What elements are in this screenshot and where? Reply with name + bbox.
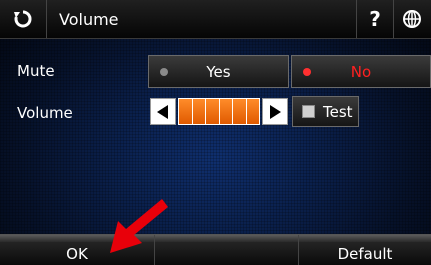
- back-button[interactable]: [0, 0, 47, 38]
- page-title: Volume: [59, 9, 119, 29]
- test-checkbox[interactable]: [302, 105, 315, 118]
- arrow-left-icon: [157, 104, 168, 119]
- volume-segment: [246, 99, 259, 124]
- volume-segment: [206, 99, 220, 124]
- test-button[interactable]: Test: [292, 96, 359, 127]
- volume-segment: [233, 99, 247, 124]
- mute-yes-option[interactable]: Yes: [148, 55, 289, 88]
- bottom-bar: OK Default: [0, 234, 431, 265]
- mute-yes-label: Yes: [206, 62, 231, 81]
- test-label: Test: [323, 102, 353, 121]
- volume-segment: [219, 99, 233, 124]
- radio-selected-icon: [303, 67, 311, 76]
- language-button[interactable]: [393, 0, 431, 38]
- mute-label: Mute: [17, 62, 55, 80]
- arrow-right-icon: [270, 104, 281, 119]
- back-icon: [14, 10, 32, 28]
- mute-no-option[interactable]: No: [291, 55, 431, 88]
- radio-unselected-icon: [160, 67, 168, 76]
- bottom-empty-slot: [155, 235, 299, 265]
- mute-no-label: No: [350, 62, 372, 81]
- volume-increase-button[interactable]: [262, 98, 288, 125]
- help-button[interactable]: ?: [356, 0, 394, 38]
- globe-icon: [403, 10, 421, 28]
- default-label: Default: [337, 244, 393, 263]
- volume-decrease-button[interactable]: [150, 98, 176, 125]
- screen-background: Volume ? Mute Yes No Volume Test OK Defa…: [0, 0, 431, 265]
- ok-label: OK: [66, 244, 88, 263]
- help-icon: ?: [369, 7, 381, 31]
- volume-level-bar[interactable]: [178, 98, 260, 125]
- title-bar: Volume ?: [0, 0, 431, 39]
- default-button[interactable]: Default: [299, 235, 431, 265]
- volume-label: Volume: [17, 104, 73, 122]
- pointer-arrow-icon: [110, 199, 168, 253]
- volume-segment: [179, 99, 193, 124]
- volume-segment: [192, 99, 206, 124]
